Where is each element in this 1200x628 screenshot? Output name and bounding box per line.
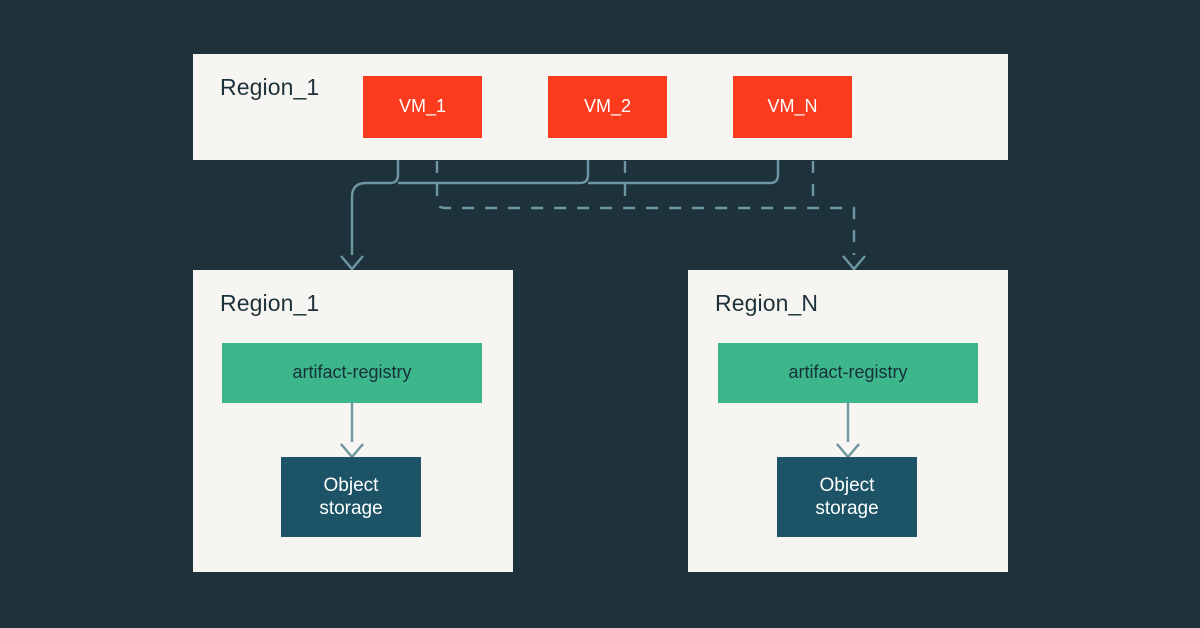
artifact-registry-label-n: artifact-registry: [788, 362, 908, 383]
vm-box-1[interactable]: VM_1: [363, 76, 482, 138]
arrow-head-storage-n: [836, 443, 860, 459]
vm-label-2: VM_2: [583, 96, 632, 117]
object-storage-label-1-line2: storage: [319, 498, 383, 519]
vm-box-2[interactable]: VM_2: [548, 76, 667, 138]
vm-label-1: VM_1: [398, 96, 447, 117]
object-storage-box-1[interactable]: Object storage: [281, 457, 421, 537]
diagram-canvas: Region_1 VM_1 VM_2 VM_N Region_1 artifac…: [0, 0, 1200, 628]
arrow-head-regionN: [842, 255, 866, 271]
object-storage-label-1-line1: Object: [323, 474, 379, 496]
arrow-head-region1: [340, 255, 364, 271]
object-storage-box-n[interactable]: Object storage: [777, 457, 917, 537]
region-panel-1: Region_1 artifact-registry Object storag…: [193, 270, 513, 572]
vm-box-n[interactable]: VM_N: [733, 76, 852, 138]
top-region-title: Region_1: [220, 74, 320, 100]
vm-label-n: VM_N: [767, 96, 818, 117]
arrow-head-storage-1: [340, 443, 364, 459]
object-storage-label-n-line2: storage: [815, 498, 879, 519]
region-title-1: Region_1: [220, 290, 320, 316]
object-storage-label-n-line1: Object: [819, 474, 875, 496]
region-title-n: Region_N: [715, 290, 819, 316]
region-panel-n: Region_N artifact-registry Object storag…: [688, 270, 1008, 572]
artifact-registry-box-n[interactable]: artifact-registry: [718, 343, 978, 403]
artifact-registry-box-1[interactable]: artifact-registry: [222, 343, 482, 403]
artifact-registry-label-1: artifact-registry: [292, 362, 412, 383]
